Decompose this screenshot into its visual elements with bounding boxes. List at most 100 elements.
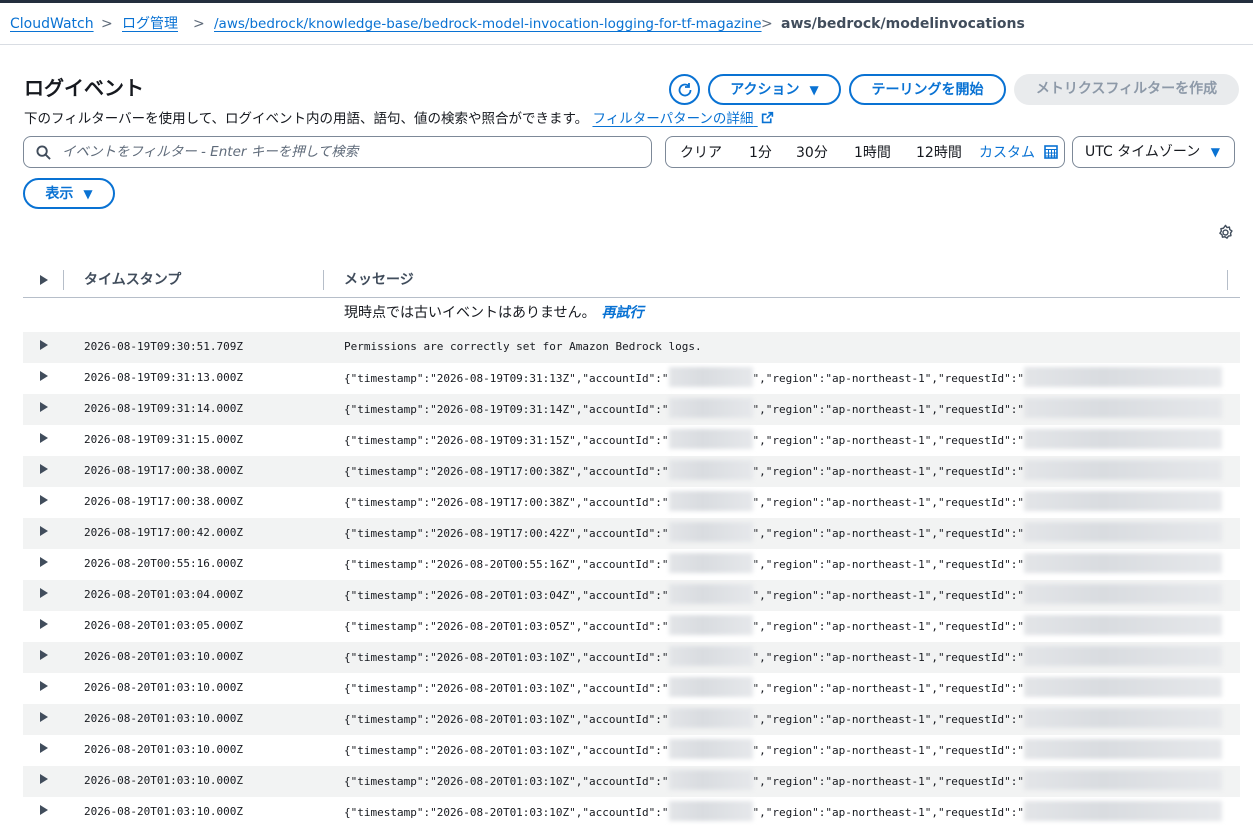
row-message: Permissions are correctly set for Amazon…: [344, 340, 702, 354]
redacted-account-id: [668, 491, 753, 511]
table-row[interactable]: 2026-08-19T09:30:51.709Z Permissions are …: [23, 332, 1240, 363]
table-row[interactable]: 2026-08-20T01:03:10.000Z {"timestamp":"20…: [23, 704, 1240, 735]
start-tailing-button[interactable]: テーリングを開始: [849, 74, 1006, 105]
retry-link[interactable]: 再試行: [602, 305, 644, 321]
table-row[interactable]: 2026-08-20T01:03:10.000Z {"timestamp":"20…: [23, 766, 1240, 797]
row-message: {"timestamp":"2026-08-19T09:31:13Z","acc…: [344, 367, 1223, 387]
gear-icon[interactable]: [1217, 224, 1234, 241]
row-timestamp: 2026-08-20T01:03:10.000Z: [84, 743, 243, 756]
row-message-text: ","region":"ap-northeast-1","requestId":…: [752, 434, 1025, 447]
breadcrumb-log-group[interactable]: /aws/bedrock/knowledge-base/bedrock-mode…: [214, 15, 762, 33]
expand-caret-icon[interactable]: [40, 495, 48, 505]
row-timestamp: 2026-08-20T01:03:10.000Z: [84, 805, 243, 818]
row-message-text: ","region":"ap-northeast-1","requestId":…: [752, 651, 1025, 664]
row-message-text: ","region":"ap-northeast-1","requestId":…: [752, 403, 1025, 416]
expand-caret-icon[interactable]: [40, 402, 48, 412]
row-timestamp: 2026-08-19T17:00:42.000Z: [84, 526, 243, 539]
time-option-30m[interactable]: 30分: [796, 144, 828, 162]
redacted-request-id: [1024, 460, 1223, 480]
search-icon: [36, 145, 51, 160]
actions-dropdown-button[interactable]: アクション ▼: [708, 74, 841, 105]
row-timestamp: 2026-08-20T01:03:04.000Z: [84, 588, 243, 601]
actions-label: アクション: [730, 82, 800, 98]
expand-caret-icon[interactable]: [40, 712, 48, 722]
row-timestamp: 2026-08-19T09:31:15.000Z: [84, 433, 243, 446]
table-row[interactable]: 2026-08-19T09:31:15.000Z {"timestamp":"20…: [23, 425, 1240, 456]
redacted-account-id: [668, 646, 753, 666]
time-option-clear[interactable]: クリア: [680, 144, 722, 162]
expand-caret-icon[interactable]: [40, 619, 48, 629]
table-row[interactable]: 2026-08-19T17:00:42.000Z {"timestamp":"20…: [23, 518, 1240, 549]
redacted-account-id: [668, 615, 753, 635]
timezone-select[interactable]: UTC タイムゾーン ▼: [1072, 136, 1235, 168]
row-message: {"timestamp":"2026-08-19T09:31:15Z","acc…: [344, 429, 1223, 449]
search-input[interactable]: イベントをフィルター - Enter キーを押して検索: [23, 136, 652, 168]
row-message: {"timestamp":"2026-08-20T01:03:10Z","acc…: [344, 739, 1223, 759]
time-option-1h[interactable]: 1時間: [854, 144, 891, 162]
row-message-text: Permissions are correctly set for Amazon…: [344, 340, 702, 353]
row-message: {"timestamp":"2026-08-20T01:03:05Z","acc…: [344, 615, 1223, 635]
calendar-icon[interactable]: [1044, 145, 1058, 159]
table-row[interactable]: 2026-08-20T00:55:16.000Z {"timestamp":"20…: [23, 549, 1240, 580]
table-row[interactable]: 2026-08-19T09:31:14.000Z {"timestamp":"20…: [23, 394, 1240, 425]
expand-caret-icon[interactable]: [40, 743, 48, 753]
row-message-text: ","region":"ap-northeast-1","requestId":…: [752, 682, 1025, 695]
expand-caret-icon[interactable]: [40, 340, 48, 350]
table-row[interactable]: 2026-08-20T01:03:05.000Z {"timestamp":"20…: [23, 611, 1240, 642]
row-message-text: ","region":"ap-northeast-1","requestId":…: [752, 496, 1025, 509]
expand-caret-icon[interactable]: [40, 588, 48, 598]
page-title: ログイベント: [24, 76, 144, 100]
row-message-text: ","region":"ap-northeast-1","requestId":…: [752, 558, 1025, 571]
caret-down-icon: ▼: [809, 83, 819, 97]
breadcrumb-separator: >: [193, 16, 205, 32]
table-row[interactable]: 2026-08-19T17:00:38.000Z {"timestamp":"20…: [23, 456, 1240, 487]
row-message-text: {"timestamp":"2026-08-20T01:03:10Z","acc…: [344, 775, 669, 788]
time-option-1m[interactable]: 1分: [749, 144, 772, 162]
table-row[interactable]: 2026-08-20T01:03:04.000Z {"timestamp":"20…: [23, 580, 1240, 611]
redacted-account-id: [668, 398, 753, 418]
create-metric-filter-button[interactable]: メトリクスフィルターを作成: [1014, 74, 1239, 105]
time-option-custom[interactable]: カスタム: [979, 144, 1035, 162]
page-description: 下のフィルターバーを使用して、ログイベント内の用語、語句、値の検索や照合ができま…: [24, 110, 774, 128]
table-row[interactable]: 2026-08-19T17:00:38.000Z {"timestamp":"20…: [23, 487, 1240, 518]
column-divider[interactable]: [63, 270, 64, 290]
breadcrumb-cloudwatch[interactable]: CloudWatch: [10, 15, 94, 33]
expand-caret-icon[interactable]: [40, 557, 48, 567]
row-message-text: ","region":"ap-northeast-1","requestId":…: [752, 775, 1025, 788]
row-message-text: ","region":"ap-northeast-1","requestId":…: [752, 589, 1025, 602]
notice-text: 現時点では古いイベントはありません。: [344, 305, 596, 321]
expand-caret-icon[interactable]: [40, 650, 48, 660]
column-header-message[interactable]: メッセージ: [344, 271, 414, 289]
table-row[interactable]: 2026-08-20T01:03:10.000Z {"timestamp":"20…: [23, 673, 1240, 704]
expand-caret-icon[interactable]: [40, 681, 48, 691]
refresh-button[interactable]: [669, 74, 700, 105]
filter-pattern-link[interactable]: フィルターパターンの詳細: [592, 111, 773, 127]
column-divider[interactable]: [1227, 270, 1228, 290]
redacted-request-id: [1024, 677, 1223, 697]
display-label: 表示: [45, 186, 74, 202]
expand-caret-icon[interactable]: [40, 805, 48, 815]
row-timestamp: 2026-08-20T01:03:05.000Z: [84, 619, 243, 632]
expand-caret-icon[interactable]: [40, 774, 48, 784]
breadcrumb-log-management[interactable]: ログ管理: [122, 15, 178, 33]
expand-all-caret-icon[interactable]: [40, 275, 48, 285]
expand-caret-icon[interactable]: [40, 371, 48, 381]
redacted-request-id: [1024, 522, 1223, 542]
expand-caret-icon[interactable]: [40, 433, 48, 443]
time-option-12h[interactable]: 12時間: [916, 144, 962, 162]
column-divider[interactable]: [323, 270, 324, 290]
time-range-selector: クリア 1分 30分 1時間 12時間 カスタム: [665, 136, 1065, 168]
table-row[interactable]: 2026-08-20T01:03:10.000Z {"timestamp":"20…: [23, 797, 1240, 828]
table-row[interactable]: 2026-08-19T09:31:13.000Z {"timestamp":"20…: [23, 363, 1240, 394]
table-row[interactable]: 2026-08-20T01:03:10.000Z {"timestamp":"20…: [23, 642, 1240, 673]
column-header-timestamp[interactable]: タイムスタンプ: [84, 271, 181, 289]
table-row[interactable]: 2026-08-20T01:03:10.000Z {"timestamp":"20…: [23, 735, 1240, 766]
redacted-account-id: [668, 522, 753, 542]
display-dropdown-button[interactable]: 表示 ▼: [23, 178, 115, 209]
row-message-text: {"timestamp":"2026-08-20T01:03:04Z","acc…: [344, 589, 669, 602]
expand-caret-icon[interactable]: [40, 526, 48, 536]
row-message: {"timestamp":"2026-08-19T17:00:42Z","acc…: [344, 522, 1223, 542]
row-message-text: {"timestamp":"2026-08-20T01:03:10Z","acc…: [344, 682, 669, 695]
expand-caret-icon[interactable]: [40, 464, 48, 474]
redacted-request-id: [1024, 553, 1223, 573]
